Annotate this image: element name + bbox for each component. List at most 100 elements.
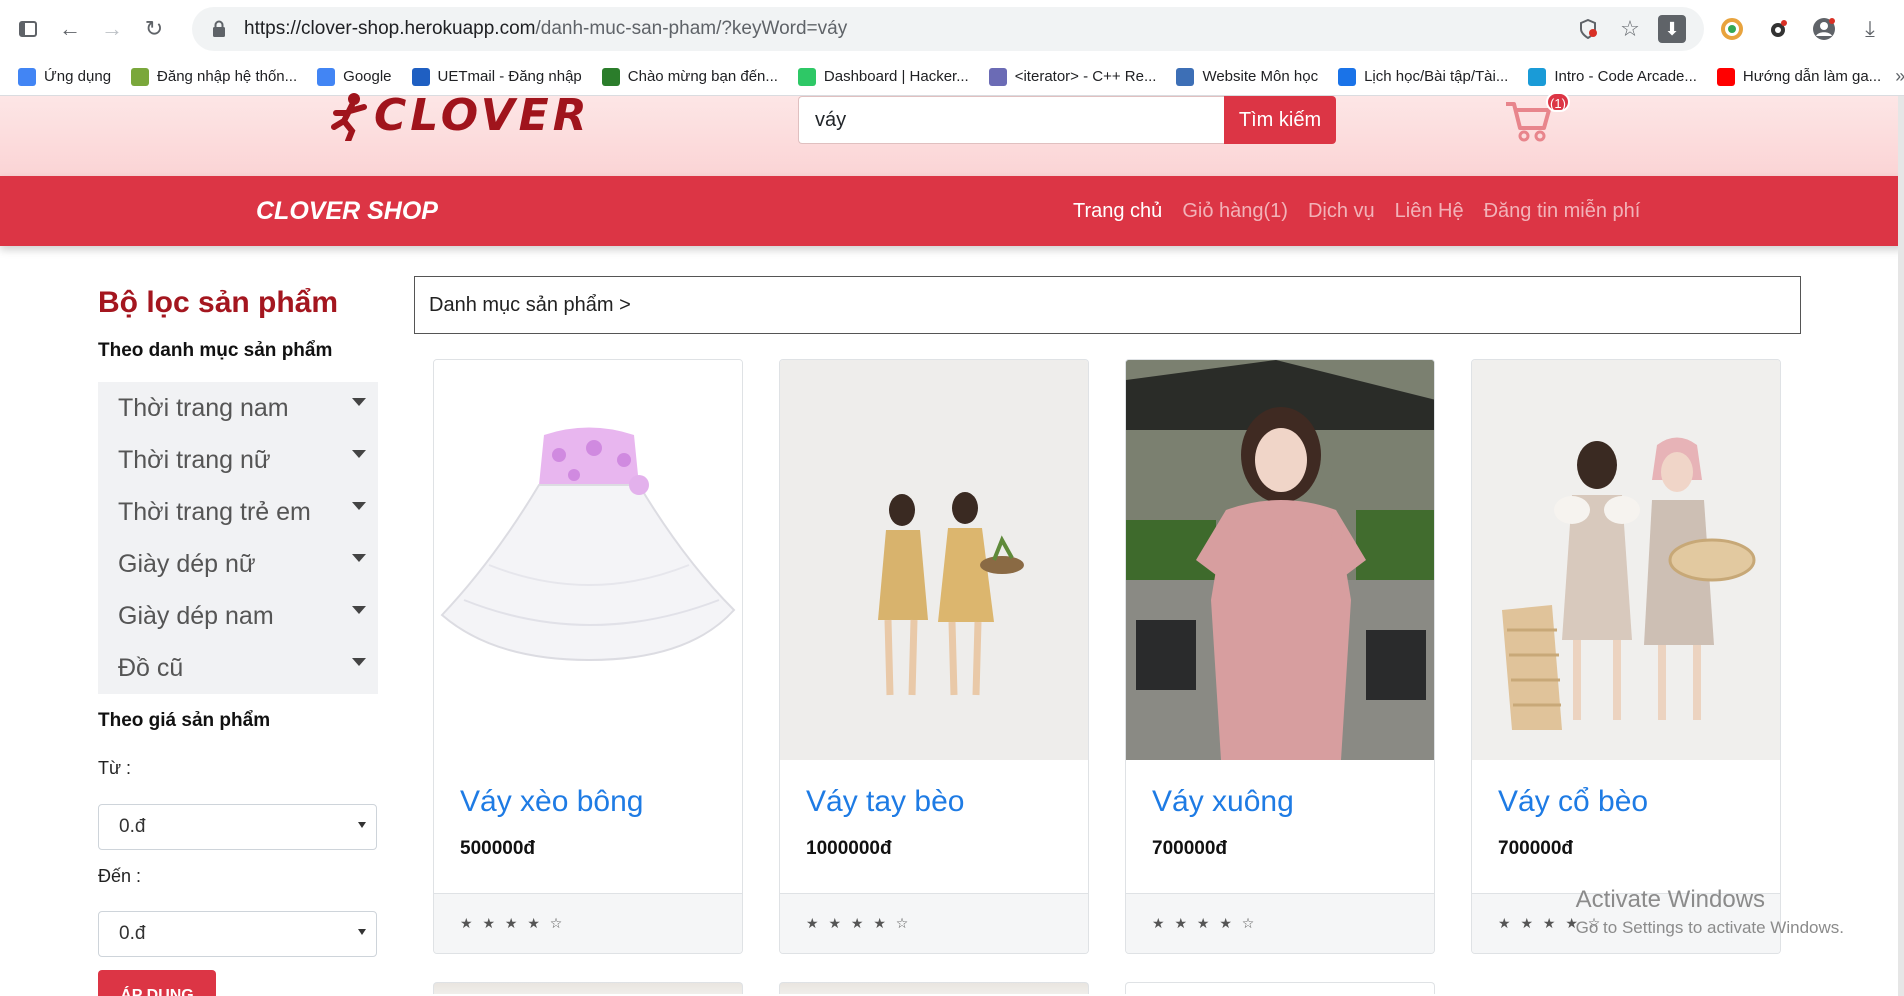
download-icon[interactable]: ⬇ [1658, 15, 1686, 43]
card-footer: ★ ★ ★ ★ ☆ [780, 893, 1088, 953]
product-image[interactable] [434, 360, 742, 760]
product-price: 700000đ [1152, 838, 1228, 859]
category-list: Thời trang nam Thời trang nữ Thời trang tr… [98, 382, 378, 694]
bookmark-item[interactable]: Chào mừng bạn đến... [596, 67, 784, 86]
product-image[interactable] [1472, 360, 1780, 760]
product-price: 700000đ [1498, 838, 1574, 859]
product-image[interactable] [780, 360, 1088, 760]
codesignal-icon [1528, 67, 1547, 86]
back-icon[interactable]: ← [52, 11, 88, 47]
product-price: 500000đ [460, 838, 536, 859]
downloads-icon[interactable]: ⤓ [1854, 13, 1886, 45]
nav-link[interactable]: Giỏ hàng(1) [1182, 200, 1288, 223]
product-card[interactable]: Váy tay bèo 1000000đ ★ ★ ★ ★ ☆ [779, 359, 1089, 954]
caret-down-icon[interactable] [352, 658, 366, 666]
product-name[interactable]: Váy tay bèo [806, 785, 964, 819]
product-card-partial[interactable] [779, 982, 1089, 994]
caret-down-icon[interactable] [352, 502, 366, 510]
bookmark-item[interactable]: Intro - Code Arcade... [1522, 67, 1703, 86]
apply-button[interactable]: ÁP DỤNG [98, 970, 216, 996]
bookmark-label: Dashboard | Hacker... [823, 68, 969, 85]
tab-search-icon[interactable] [10, 11, 46, 47]
profile-icon[interactable] [1808, 13, 1840, 45]
clover-logo[interactable]: CLOVER [328, 90, 591, 141]
category-item[interactable]: Thời trang trẻ em [98, 486, 378, 538]
lock-icon[interactable] [210, 19, 228, 39]
rating-stars: ★ ★ ★ ★ ☆ [1152, 915, 1258, 931]
shield-icon[interactable] [1574, 15, 1602, 43]
nav-link[interactable]: Đăng tin miễn phí [1484, 200, 1641, 223]
bookmark-item[interactable]: Đăng nhập hệ thốn... [125, 67, 303, 86]
product-card-partial[interactable] [1125, 982, 1435, 994]
bookmark-item[interactable]: Website Môn học [1170, 67, 1324, 86]
caret-down-icon[interactable] [352, 450, 366, 458]
category-item[interactable]: Thời trang nữ [98, 434, 378, 486]
bookmark-item[interactable]: Ứng dụng [12, 67, 117, 86]
price-heading: Theo giá sản phẩm [98, 710, 271, 731]
url-host: https://clover-shop.herokuapp.com [244, 18, 536, 39]
category-label: Giày dép nam [118, 601, 274, 630]
more-bookmarks-icon[interactable]: » [1895, 66, 1904, 87]
reload-icon[interactable]: ↻ [136, 11, 172, 47]
search-input[interactable] [798, 96, 1224, 144]
moodle-icon [1176, 67, 1195, 86]
bookmark-label: Ứng dụng [44, 68, 112, 85]
product-card-partial[interactable] [433, 982, 743, 994]
category-item[interactable]: Thời trang nam [98, 382, 378, 434]
browser-toolbar: ← → ↻ https://clover-shop.herokuapp.com /… [0, 0, 1904, 58]
bookmark-label: <iterator> - C++ Re... [1014, 68, 1157, 85]
bookmark-item[interactable]: <iterator> - C++ Re... [983, 67, 1163, 86]
bookmark-label: Lịch học/Bài tập/Tài... [1364, 68, 1509, 85]
price-to-select[interactable]: 0.đ [98, 911, 377, 957]
product-card[interactable]: Váy xuông 700000đ ★ ★ ★ ★ ☆ [1125, 359, 1435, 954]
nav-link[interactable]: Dịch vụ [1308, 200, 1375, 223]
breadcrumb[interactable]: Danh mục sản phẩm > [414, 276, 1801, 334]
windows-watermark: Activate Windows Go to Settings to activ… [1576, 886, 1844, 938]
address-bar[interactable]: https://clover-shop.herokuapp.com/danh-m… [192, 7, 1704, 51]
star-icon[interactable]: ☆ [1616, 15, 1644, 43]
category-item[interactable]: Giày dép nam [98, 590, 378, 642]
product-name[interactable]: Váy xèo bông [460, 785, 643, 819]
card-footer: ★ ★ ★ ★ ☆ [1126, 893, 1434, 953]
page-scrollbar[interactable] [1898, 96, 1904, 996]
watermark-subtitle: Go to Settings to activate Windows. [1575, 918, 1844, 937]
chevron-down-icon [358, 929, 366, 935]
bookmark-item[interactable]: Hướng dẫn làm ga... [1711, 67, 1887, 86]
brand-link[interactable]: CLOVER SHOP [256, 197, 438, 226]
bookmark-item[interactable]: Google [311, 67, 397, 86]
category-item[interactable]: Giày dép nữ [98, 538, 378, 590]
forward-icon[interactable]: → [94, 11, 130, 47]
product-card[interactable]: Váy xèo bông 500000đ ★ ★ ★ ★ ☆ [433, 359, 743, 954]
site-header: CLOVER Tìm kiếm (1) [0, 90, 1904, 176]
caret-down-icon[interactable] [352, 606, 366, 614]
filter-title: Bộ lọc sản phẩm [98, 286, 339, 319]
bookmark-item[interactable]: UETmail - Đăng nhập [406, 67, 588, 86]
cart-button[interactable]: (1) [1504, 92, 1570, 144]
search-button[interactable]: Tìm kiếm [1224, 96, 1336, 144]
nav-link[interactable]: Liên Hệ [1395, 200, 1464, 223]
hackerrank-icon [797, 67, 816, 86]
price-from-select[interactable]: 0.đ [98, 804, 377, 850]
extension-icon-2[interactable] [1762, 13, 1794, 45]
bookmark-label: Intro - Code Arcade... [1554, 68, 1697, 85]
from-label: Từ : [98, 758, 132, 778]
caret-down-icon[interactable] [352, 554, 366, 562]
product-image[interactable] [1126, 360, 1434, 760]
info-icon [411, 67, 430, 86]
category-label: Thời trang nam [118, 393, 289, 422]
chevron-down-icon [358, 822, 366, 828]
youtube-icon [1716, 67, 1735, 86]
category-item[interactable]: Đồ cũ [98, 642, 378, 694]
caret-down-icon[interactable] [352, 398, 366, 406]
rating-stars: ★ ★ ★ ★ ☆ [806, 915, 912, 931]
bookmark-item[interactable]: Lịch học/Bài tập/Tài... [1332, 67, 1514, 86]
calendar-icon [1338, 67, 1357, 86]
bookmark-item[interactable]: Dashboard | Hacker... [792, 67, 975, 86]
nav-link[interactable]: Trang chủ [1073, 200, 1162, 223]
extension-icon[interactable] [1716, 13, 1748, 45]
product-card[interactable]: Váy cổ bèo 700000đ ★ ★ ★ ★ ☆ [1471, 359, 1781, 954]
bookmark-label: Google [343, 68, 392, 85]
runner-logo-icon [331, 92, 367, 141]
product-name[interactable]: Váy cổ bèo [1498, 785, 1648, 819]
product-name[interactable]: Váy xuông [1152, 785, 1294, 819]
